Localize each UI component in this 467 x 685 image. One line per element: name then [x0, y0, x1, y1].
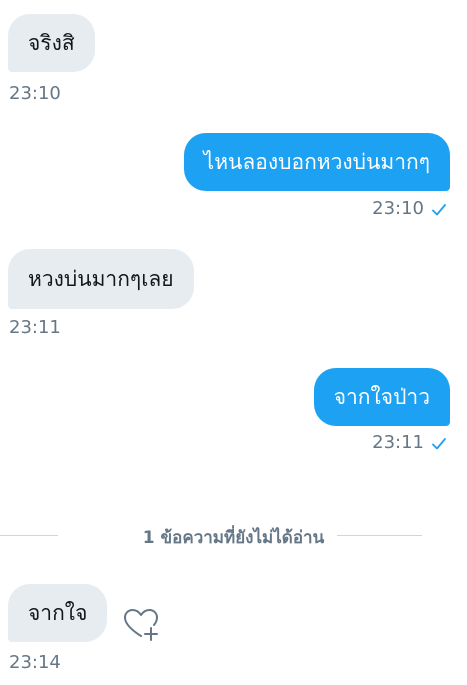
message-timestamp: 23:11: [9, 317, 61, 338]
message-timestamp: 23:10: [9, 83, 61, 104]
heart-plus-icon[interactable]: [121, 606, 161, 644]
unread-count-label: 1 ข้อความที่ยังไม่ได้อ่าน: [142, 528, 325, 548]
message-bubble-incoming[interactable]: จริงสิ: [8, 14, 95, 72]
message-bubble-outgoing[interactable]: จากใจป่าว: [313, 368, 450, 426]
message-timestamp: 23:11: [372, 432, 424, 453]
unread-divider: 1 ข้อความที่ยังไม่ได้อ่าน: [0, 519, 467, 553]
message-bubble-outgoing[interactable]: ไหนลองบอกหวงบ่นมากๆ: [183, 133, 450, 191]
message-meta: 23:10: [372, 198, 446, 219]
message-bubble-incoming[interactable]: จากใจ: [8, 584, 108, 642]
message-timestamp: 23:10: [372, 198, 424, 219]
message-meta: 23:11: [372, 432, 446, 453]
check-icon: [432, 203, 446, 215]
message-bubble-incoming[interactable]: หวงบ่นมากๆเลย: [8, 249, 194, 309]
message-timestamp: 23:14: [9, 652, 61, 673]
check-icon: [432, 437, 446, 449]
